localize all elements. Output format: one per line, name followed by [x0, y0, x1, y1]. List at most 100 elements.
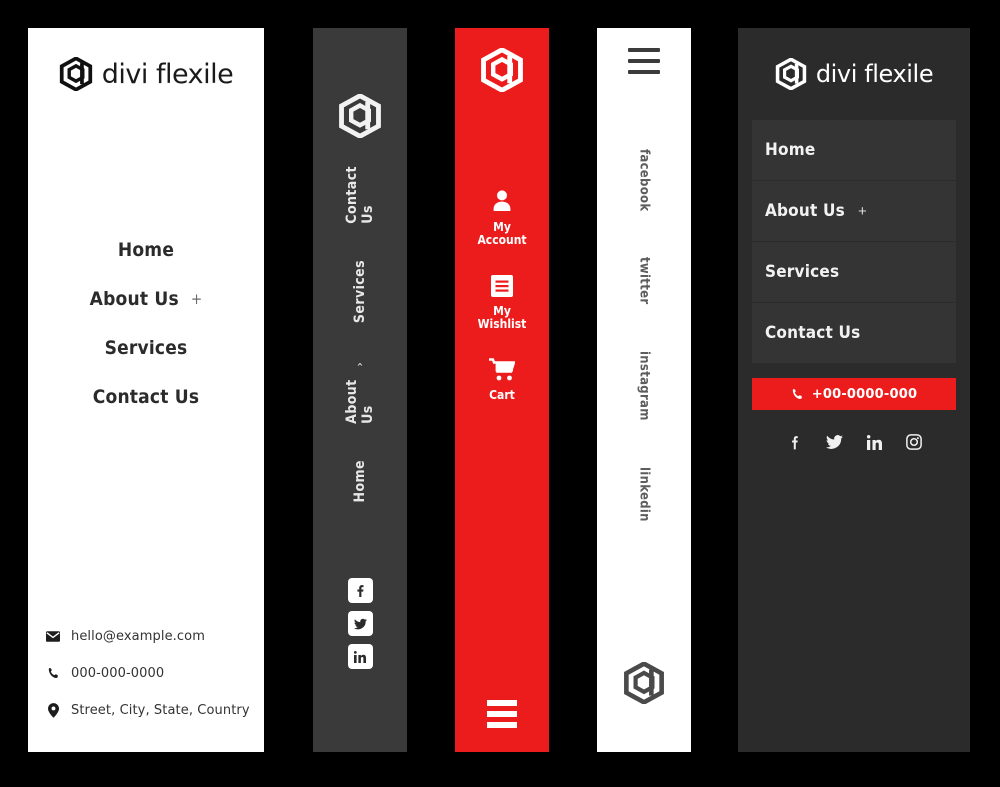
expand-plus-icon[interactable]: + — [191, 290, 203, 308]
social-link-facebook[interactable]: facebook — [637, 149, 652, 211]
shortcut-label: Cart — [489, 387, 515, 402]
brand-logo[interactable]: divi flexile — [775, 58, 934, 90]
brand-logo[interactable] — [338, 94, 382, 138]
linkedin-icon — [866, 434, 882, 450]
brand-logo[interactable] — [480, 48, 524, 92]
phone-cta-button[interactable]: +00-0000-000 — [752, 378, 956, 410]
primary-nav: Home About Us ⌄ Services Contact Us — [344, 166, 376, 502]
dark-full-menu-panel: divi flexile Home About Us + Services Co… — [738, 28, 970, 752]
divi-hexagon-logo-icon — [775, 58, 807, 90]
nav-label: Services — [765, 262, 840, 282]
shortcut-cart[interactable]: Cart — [488, 358, 515, 402]
contact-address-text: Street, City, State, Country — [71, 702, 250, 718]
divi-hexagon-logo-icon — [339, 94, 381, 138]
hamburger-icon[interactable] — [487, 700, 517, 728]
instagram-icon — [906, 434, 922, 450]
nav-item-home[interactable]: Home — [118, 239, 174, 261]
brand-logo[interactable] — [623, 662, 665, 704]
social-link-linkedin[interactable] — [865, 433, 883, 451]
red-icon-rail-panel: My Account My Wishlist Cart — [455, 28, 549, 752]
social-link-facebook[interactable] — [785, 433, 803, 451]
shortcut-label-line1: My — [493, 303, 511, 318]
nav-item-about-us[interactable]: About Us ⌄ — [344, 359, 376, 424]
facebook-icon — [357, 584, 364, 597]
nav-item-about-us[interactable]: About Us + — [90, 288, 203, 310]
shortcut-label-line2: Wishlist — [477, 316, 527, 331]
nav-item-home[interactable]: Home — [352, 460, 368, 502]
nav-item-services[interactable]: Services — [752, 242, 956, 303]
social-links — [785, 433, 923, 451]
dark-vertical-rail-panel: Home About Us ⌄ Services Contact Us — [313, 28, 407, 752]
white-social-rail-panel: facebook twitter instagram linkedin — [597, 28, 691, 752]
nav-item-contact-us[interactable]: Contact Us — [752, 303, 956, 364]
phone-icon — [46, 665, 60, 681]
nav-item-services[interactable]: Services — [105, 337, 188, 359]
shortcut-label-line2: Account — [477, 232, 527, 247]
social-links: facebook twitter instagram linkedin — [637, 149, 652, 521]
nav-label: Contact Us — [765, 323, 861, 343]
primary-nav: Home About Us + Services Contact Us — [752, 120, 956, 364]
envelope-icon — [46, 628, 60, 644]
chevron-down-icon[interactable]: ⌄ — [354, 359, 367, 372]
phone-number-label: +00-0000-000 — [811, 386, 918, 402]
shortcut-label: My Wishlist — [477, 303, 527, 331]
facebook-icon — [791, 436, 798, 450]
expand-plus-icon[interactable]: + — [858, 203, 867, 220]
white-vertical-menu-panel: divi flexile Home About Us + Services Co… — [28, 28, 264, 752]
contact-info-list: hello@example.com 000-000-0000 Street, C… — [28, 628, 264, 752]
shortcut-my-account[interactable]: My Account — [477, 190, 527, 247]
social-link-twitter[interactable]: twitter — [637, 257, 652, 304]
shortcut-label-line1: Cart — [489, 387, 515, 402]
nav-label: About Us — [89, 288, 179, 310]
nav-label: Services — [352, 259, 368, 323]
list-icon — [490, 274, 513, 297]
brand-name: divi flexile — [815, 60, 934, 88]
twitter-icon — [353, 618, 367, 629]
nav-label: Home — [352, 459, 368, 502]
linkedin-icon — [354, 650, 366, 663]
brand-name: divi flexile — [101, 58, 234, 90]
contact-phone[interactable]: 000-000-0000 — [46, 665, 264, 681]
account-shortcuts: My Account My Wishlist Cart — [477, 190, 527, 402]
hamburger-icon[interactable] — [628, 48, 660, 74]
social-link-instagram[interactable] — [905, 433, 923, 451]
nav-label: Home — [117, 239, 175, 261]
nav-label: Services — [104, 337, 188, 359]
divi-hexagon-logo-icon — [481, 48, 523, 92]
social-links — [347, 578, 373, 669]
map-pin-icon — [46, 702, 60, 718]
twitter-icon — [825, 435, 843, 449]
nav-item-contact-us[interactable]: Contact Us — [344, 166, 376, 224]
nav-label: Home — [765, 140, 816, 160]
primary-nav: Home About Us + Services Contact Us — [28, 239, 264, 408]
shortcut-label-line1: My — [493, 220, 511, 234]
hamburger-bar — [628, 59, 660, 63]
nav-label: About Us — [344, 379, 376, 424]
contact-address[interactable]: Street, City, State, Country — [46, 702, 264, 718]
brand-logo[interactable]: divi flexile — [28, 28, 264, 91]
phone-icon — [792, 388, 802, 399]
hamburger-bar — [487, 711, 517, 717]
user-icon — [493, 190, 511, 211]
hamburger-bar — [628, 70, 660, 74]
divi-hexagon-logo-icon — [59, 57, 92, 91]
contact-phone-text: 000-000-0000 — [71, 665, 165, 681]
shortcut-my-wishlist[interactable]: My Wishlist — [477, 274, 527, 331]
hamburger-bar — [487, 700, 517, 706]
cart-icon — [488, 358, 515, 381]
divi-hexagon-logo-icon — [624, 662, 664, 704]
contact-email-text: hello@example.com — [71, 628, 205, 644]
social-link-twitter[interactable] — [825, 433, 843, 451]
nav-item-about-us[interactable]: About Us + — [752, 181, 956, 242]
social-link-instagram[interactable]: instagram — [637, 351, 652, 421]
contact-email[interactable]: hello@example.com — [46, 628, 264, 644]
hamburger-bar — [487, 722, 517, 728]
social-link-linkedin[interactable] — [347, 644, 373, 669]
social-link-facebook[interactable] — [347, 578, 373, 603]
social-link-linkedin[interactable]: linkedin — [637, 467, 652, 522]
social-link-twitter[interactable] — [347, 611, 373, 636]
nav-item-contact-us[interactable]: Contact Us — [93, 386, 199, 408]
nav-item-services[interactable]: Services — [352, 260, 368, 323]
nav-item-home[interactable]: Home — [752, 120, 956, 181]
shortcut-label: My Account — [477, 221, 526, 247]
